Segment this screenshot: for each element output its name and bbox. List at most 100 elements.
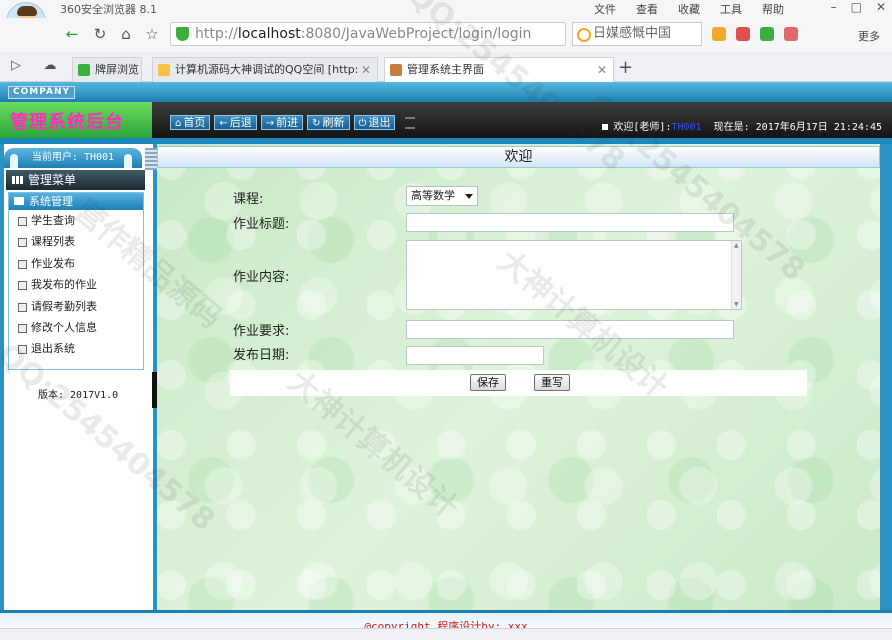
sidebar-item-my-homework[interactable]: 我发布的作业 (9, 274, 143, 295)
date-input[interactable] (406, 346, 544, 365)
tab-label: 牌屏浏览 (95, 63, 139, 76)
browser-menu-bar: 文件 查看 收藏 工具 帮助 (586, 0, 792, 18)
tab-label: 管理系统主界面 (407, 63, 484, 76)
grid-icon (12, 176, 24, 184)
content-textarea[interactable] (406, 240, 742, 310)
welcome-bar: 欢迎[老师]:TH001 现在是: 2017年6月17日 21:24:45 (602, 118, 882, 133)
menu-file[interactable]: 文件 (586, 0, 624, 18)
course-select-value: 高等数学 (411, 189, 455, 202)
app-title-box: 管理系统后台 (0, 102, 152, 138)
date-label: 发布日期: (233, 348, 290, 363)
menu-header[interactable]: 管理菜单 (6, 170, 145, 190)
adblock-icon[interactable] (784, 27, 798, 41)
logout-label: 退出 (368, 116, 391, 129)
tab-favicon-icon (78, 64, 90, 76)
menu-favorites[interactable]: 收藏 (670, 0, 708, 18)
url-scheme: http:// (195, 26, 238, 42)
sidebar-item-logout[interactable]: 退出系统 (9, 338, 143, 359)
title-input[interactable] (406, 213, 734, 232)
tab-qq-space[interactable]: 计算机源码大神调试的QQ空间 [http: ✕ (152, 57, 378, 82)
logout-button[interactable]: ⏻ 退出 (353, 115, 396, 130)
course-select[interactable]: 高等数学 (406, 186, 478, 206)
splitter-grip[interactable] (145, 148, 157, 170)
app-nav-buttons: ⌂ 首页 ← 后退 → 前进 ↻ 刷新 ⏻ 退出 (170, 115, 416, 130)
course-label: 课程: (233, 192, 264, 207)
sidebar-item-course-list[interactable]: 课程列表 (9, 231, 143, 252)
tab-close-icon[interactable]: ✕ (597, 58, 607, 82)
refresh-icon[interactable]: ↻ (90, 24, 110, 44)
requirement-input[interactable] (406, 320, 734, 339)
browser-titlebar: 360安全浏览器 8.1 文件 查看 收藏 工具 帮助 – □ ✕ (0, 0, 892, 42)
home-icon[interactable]: ⌂ (116, 24, 136, 44)
sidebar-item-student-query[interactable]: 学生查询 (9, 210, 143, 231)
version-label: 版本: 2017V1.0 (38, 390, 119, 401)
window-controls: – □ ✕ (831, 0, 886, 14)
welcome-prefix: 欢迎[老师]: (613, 122, 672, 133)
sidebar-item-publish-homework[interactable]: 作业发布 (9, 253, 143, 274)
back-arrow-icon: ← (219, 118, 228, 129)
requirement-label: 作业要求: (233, 324, 290, 339)
home-button[interactable]: ⌂ 首页 (170, 115, 211, 130)
current-time: 现在是: 2017年6月17日 21:24:45 (713, 122, 882, 133)
page-top-strip: COMPANY (0, 82, 892, 102)
menu-section-label: 系统管理 (29, 195, 73, 208)
back-label: 后退 (229, 116, 252, 129)
refresh-button[interactable]: ↻ 刷新 (307, 115, 350, 130)
apps-icon[interactable] (712, 27, 726, 41)
home-icon: ⌂ (175, 118, 182, 129)
url-input[interactable]: http://localhost:8080/JavaWebProject/log… (170, 22, 566, 46)
search-input[interactable]: 日媒感慨中国 (572, 22, 702, 46)
form-button-row: 保存 重写 (230, 370, 807, 396)
sidebar: 当前用户: TH001 管理菜单 系统管理 学生查询 课程列表 作业发布 我发布… (4, 144, 153, 610)
bullet-icon (602, 124, 609, 130)
address-bar-row: ← ↻ ⌂ ☆ http://localhost:8080/JavaWebPro… (0, 18, 892, 52)
section-icon (14, 197, 24, 205)
back-button[interactable]: ← 后退 (214, 115, 257, 130)
tab-admin-main[interactable]: 管理系统主界面 ✕ (384, 57, 614, 83)
mail-icon[interactable] (736, 27, 750, 41)
menu-view[interactable]: 查看 (628, 0, 666, 18)
menu-header-label: 管理菜单 (28, 173, 77, 187)
refresh-icon: ↻ (312, 118, 321, 129)
current-user-bar: 当前用户: TH001 (4, 148, 142, 168)
menu-panel: 系统管理 学生查询 课程列表 作业发布 我发布的作业 请假考勤列表 修改个人信息… (8, 192, 144, 370)
back-icon[interactable]: ← (62, 24, 82, 44)
more-button[interactable]: 更多 (858, 28, 880, 44)
cloud-icon[interactable]: ☁ (40, 56, 60, 76)
url-host: localhost (237, 26, 301, 42)
star-icon[interactable]: ☆ (142, 24, 162, 44)
main-content: 欢迎 课程: 高等数学 作业标题: 作业内容: 作业要求: 发布日期: 保存 重… (157, 144, 880, 610)
sidebar-toggle-icon[interactable]: ▷ (6, 56, 26, 76)
content-header: 欢迎 (157, 146, 880, 168)
tab-close-icon[interactable]: ✕ (361, 58, 371, 82)
menu-section-system[interactable]: 系统管理 (9, 193, 143, 210)
browser-status-bar (0, 628, 892, 640)
maximize-icon[interactable]: □ (851, 0, 862, 14)
new-tab-icon[interactable]: + (618, 57, 633, 78)
tab-screen-browse[interactable]: 牌屏浏览 (72, 57, 142, 82)
menu-lines-icon (405, 117, 416, 129)
sidebar-item-leave-attendance[interactable]: 请假考勤列表 (9, 296, 143, 317)
tab-bar: ▷ ☁ 牌屏浏览 计算机源码大神调试的QQ空间 [http: ✕ 管理系统主界面… (0, 52, 892, 83)
forward-label: 前进 (276, 116, 299, 129)
search-text: 日媒感慨中国 (593, 26, 672, 41)
security-icon[interactable] (760, 27, 774, 41)
pin-icon (10, 154, 18, 168)
save-button[interactable]: 保存 (470, 374, 506, 391)
shield-icon (176, 27, 189, 41)
close-icon[interactable]: ✕ (876, 0, 886, 14)
menu-tools[interactable]: 工具 (712, 0, 750, 18)
textarea-scrollbar[interactable] (731, 241, 741, 309)
sidebar-item-edit-profile[interactable]: 修改个人信息 (9, 317, 143, 338)
minimize-icon[interactable]: – (831, 0, 837, 14)
app-title: 管理系统后台 (10, 112, 124, 133)
home-label: 首页 (183, 116, 206, 129)
extension-icons (712, 27, 798, 41)
power-icon: ⏻ (358, 118, 367, 129)
reset-button[interactable]: 重写 (534, 374, 570, 391)
menu-help[interactable]: 帮助 (754, 0, 792, 18)
title-label: 作业标题: (233, 217, 290, 232)
chevron-down-icon (465, 194, 473, 199)
forward-button[interactable]: → 前进 (260, 115, 304, 130)
welcome-username: TH001 (671, 122, 702, 133)
